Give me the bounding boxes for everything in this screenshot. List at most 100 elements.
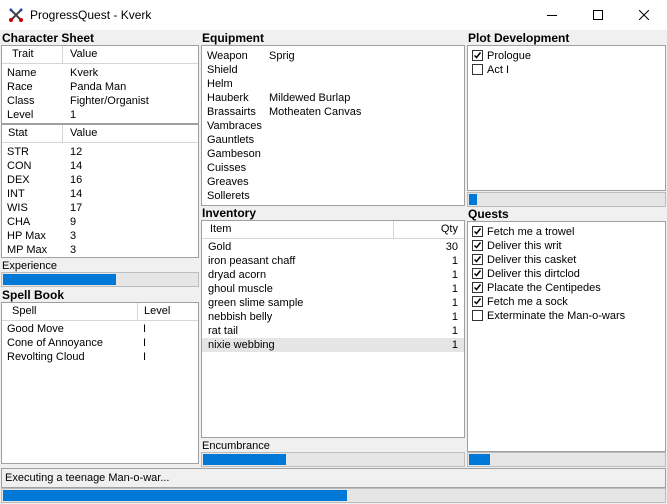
checkmark-icon [473, 256, 482, 263]
inventory-row[interactable]: nebbish belly 1 [202, 310, 464, 324]
checkbox[interactable] [472, 268, 483, 279]
inventory-row[interactable]: iron peasant chaff 1 [202, 254, 464, 268]
inventory-row-selected[interactable]: nixie webbing 1 [202, 338, 464, 352]
checkmark-icon [473, 284, 482, 291]
equipment-title: Equipment [202, 31, 264, 45]
plot-progress-fill [469, 194, 477, 205]
checkbox[interactable] [472, 254, 483, 265]
stat-row: STR 12 [7, 146, 83, 158]
trait-row: Class Fighter/Organist [7, 95, 149, 107]
stat-row: INT 14 [7, 188, 83, 200]
checkmark-icon [473, 298, 482, 305]
checkmark-icon [473, 270, 482, 277]
equipment-row: Cuisses [207, 162, 247, 174]
task-progress-bar [1, 488, 666, 503]
plot-item[interactable]: Act I [468, 63, 665, 77]
equipment-row: Weapon Sprig [207, 50, 295, 62]
equipment-row: Brassairts Motheaten Canvas [207, 106, 362, 118]
stats-header: Stat Value [2, 125, 198, 143]
quest-item[interactable]: Placate the Centipedes [468, 281, 665, 295]
checkmark-icon [473, 242, 482, 249]
trait-row: Level 1 [7, 109, 77, 121]
traits-list[interactable]: Trait Value Name Kverk Race Panda Man Clas… [1, 45, 199, 124]
checkbox[interactable] [472, 226, 483, 237]
inventory-row[interactable]: dryad acorn 1 [202, 268, 464, 282]
spell-row: Revolting Cloud I [7, 351, 147, 363]
minimize-icon [547, 15, 557, 16]
inventory-row[interactable]: Gold 30 [202, 240, 464, 254]
equipment-row: Sollerets [207, 190, 250, 202]
stat-row: DEX 16 [7, 174, 83, 186]
spell-header-level: Level [144, 305, 171, 317]
crossed-swords-icon [8, 7, 24, 23]
stats-list[interactable]: Stat Value STR 12 CON 14 DEX 16 INT 14 WIS 17… [1, 124, 199, 258]
quest-item[interactable]: Fetch me a trowel [468, 225, 665, 239]
checkmark-icon [473, 52, 482, 59]
quest-item[interactable]: Fetch me a sock [468, 295, 665, 309]
stat-row: MP Max 3 [7, 244, 77, 256]
traits-header-value: Value [70, 48, 98, 60]
equipment-row: Vambraces [207, 120, 262, 132]
spell-row: Cone of Annoyance I [7, 337, 147, 349]
equipment-row: Gauntlets [207, 134, 255, 146]
quests-progress-bar [467, 452, 666, 467]
inventory-header-item: Item [210, 223, 232, 235]
status-box: Executing a teenage Man-o-war... [1, 468, 666, 488]
minimize-button[interactable] [529, 0, 575, 30]
quest-item[interactable]: Deliver this writ [468, 239, 665, 253]
quest-item[interactable]: Deliver this dirtclod [468, 267, 665, 281]
stat-row: CHA 9 [7, 216, 77, 228]
quest-item[interactable]: Exterminate the Man-o-wars [468, 309, 665, 323]
spell-list[interactable]: Spell Level Good Move I Cone of Annoyance… [1, 302, 199, 464]
plot-item[interactable]: Prologue [468, 49, 665, 63]
spell-row: Good Move I [7, 323, 147, 335]
character-sheet-title: Character Sheet [2, 31, 95, 45]
checkmark-icon [473, 228, 482, 235]
status-text: Executing a teenage Man-o-war... [5, 472, 170, 484]
title-bar: ProgressQuest - Kverk [0, 0, 667, 30]
equipment-row: Gambeson [207, 148, 261, 160]
task-progress-fill [3, 490, 347, 501]
window-title: ProgressQuest - Kverk [30, 8, 152, 22]
spell-header: Spell Level [2, 303, 198, 321]
equipment-list[interactable]: Weapon Sprig Shield Helm Hauberk Mildewed … [201, 45, 465, 206]
plot-development-title: Plot Development [468, 31, 570, 45]
maximize-button[interactable] [575, 0, 621, 30]
inventory-header-qty: Qty [440, 223, 458, 235]
equipment-row: Greaves [207, 176, 249, 188]
quests-list[interactable]: Fetch me a trowel Deliver this writ Deli… [467, 221, 666, 452]
quests-progress-fill [469, 454, 490, 465]
encumbrance-bar-fill [203, 454, 286, 465]
plot-progress-bar [467, 192, 666, 207]
trait-row: Name Kverk [7, 67, 99, 79]
equipment-row: Shield [207, 64, 238, 76]
encumbrance-bar [201, 452, 465, 467]
plot-list[interactable]: Prologue Act I [467, 45, 666, 191]
checkbox[interactable] [472, 282, 483, 293]
checkbox[interactable] [472, 64, 483, 75]
inventory-row[interactable]: ghoul muscle 1 [202, 282, 464, 296]
inventory-title: Inventory [202, 206, 257, 220]
spell-book-title: Spell Book [2, 288, 65, 302]
checkbox[interactable] [472, 240, 483, 251]
close-icon [639, 10, 649, 20]
experience-label: Experience [2, 260, 58, 272]
close-button[interactable] [621, 0, 667, 30]
experience-bar-fill [3, 274, 116, 285]
checkbox[interactable] [472, 310, 483, 321]
inventory-row[interactable]: rat tail 1 [202, 324, 464, 338]
spell-header-spell: Spell [12, 305, 37, 317]
quest-item[interactable]: Deliver this casket [468, 253, 665, 267]
traits-header: Trait Value [2, 46, 198, 64]
stats-header-stat: Stat [8, 127, 28, 139]
stat-row: CON 14 [7, 160, 83, 172]
stat-row: HP Max 3 [7, 230, 77, 242]
inventory-list[interactable]: Item Qty Gold 30 iron peasant chaff 1 drya… [201, 220, 465, 438]
checkbox[interactable] [472, 296, 483, 307]
trait-row: Race Panda Man [7, 81, 127, 93]
encumbrance-label: Encumbrance [202, 440, 270, 452]
equipment-row: Helm [207, 78, 233, 90]
checkbox[interactable] [472, 50, 483, 61]
traits-header-trait: Trait [12, 48, 34, 60]
inventory-row[interactable]: green slime sample 1 [202, 296, 464, 310]
